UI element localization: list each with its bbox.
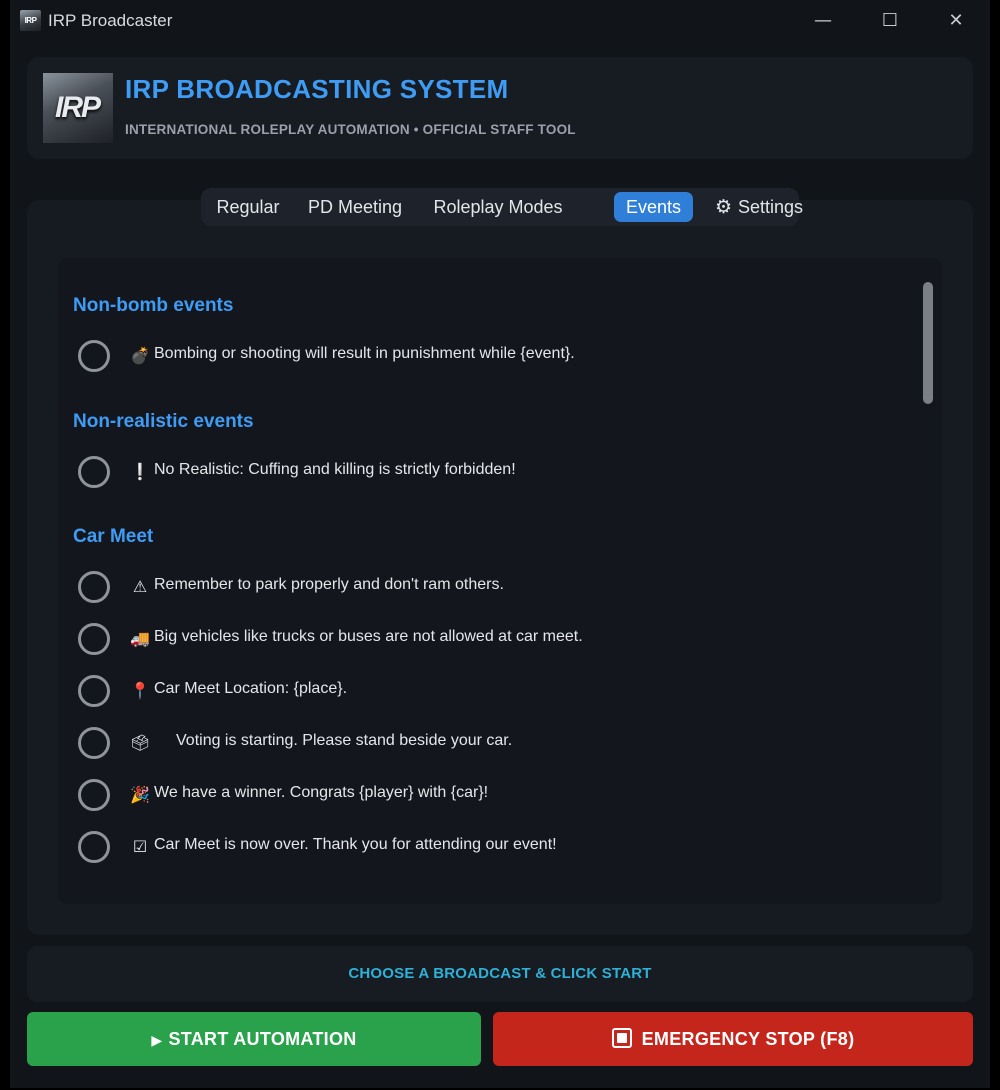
list-item[interactable]: 🎉 We have a winner. Congrats {player} wi… [78,779,898,811]
radio-button[interactable] [78,779,110,811]
start-button-label: START AUTOMATION [168,1029,357,1049]
section-title-non-realistic-events: Non-realistic events [73,411,254,432]
list-item[interactable]: 🚚 Big vehicles like trucks or buses are … [78,623,898,655]
list-item[interactable]: ⚠ Remember to park properly and don't ra… [78,571,898,603]
page-title: IRP BROADCASTING SYSTEM [125,74,509,104]
item-text: Voting is starting. Please stand beside … [176,732,513,749]
radio-button[interactable] [78,623,110,655]
item-text: We have a winner. Congrats {player} with… [154,784,489,801]
pin-icon: 📍 [130,681,150,700]
bomb-icon: 💣 [130,346,150,365]
title-bar[interactable]: IRP IRP Broadcaster — ☐ ✕ [10,0,990,42]
item-text: Car Meet Location: {place}. [154,680,348,697]
check-box-icon: ☑ [132,837,148,856]
window-title: IRP Broadcaster [48,11,173,30]
radio-button[interactable] [78,340,110,372]
tab-regular[interactable]: Regular [209,192,287,222]
emergency-stop-button[interactable]: EMERGENCY STOP (F8) [493,1012,973,1066]
tab-label: Regular [216,197,280,217]
item-text: No Realistic: Cuffing and killing is str… [154,461,516,478]
irp-logo-text: IRP [55,91,101,124]
tab-roleplay-modes[interactable]: Roleplay Modes [425,192,571,222]
party-popper-icon: 🎉 [130,785,150,804]
tab-label: Roleplay Modes [433,197,563,217]
warning-icon: ⚠ [132,577,148,596]
scrollbar-thumb[interactable] [923,282,933,404]
list-item[interactable]: 🗳 Voting is starting. Please stand besid… [78,727,898,759]
list-item[interactable]: ❕ No Realistic: Cuffing and killing is s… [78,456,898,488]
header-panel: IRP IRP BROADCASTING SYSTEM INTERNATIONA… [27,57,973,159]
irp-logo: IRP [43,73,113,143]
tab-pd-meeting[interactable]: PD Meeting [298,192,412,222]
radio-button[interactable] [78,675,110,707]
item-text: Big vehicles like trucks or buses are no… [154,628,583,645]
list-item[interactable]: 💣 Bombing or shooting will result in pun… [78,340,898,372]
tab-bar: Regular PD Meeting Roleplay Modes Events… [201,188,803,226]
radio-button[interactable] [78,831,110,863]
item-text: Bombing or shooting will result in punis… [154,345,575,362]
stop-button-label: EMERGENCY STOP (F8) [641,1029,855,1049]
status-bar: CHOOSE A BROADCAST & CLICK START [27,946,973,1002]
tab-label: PD Meeting [307,197,403,217]
radio-button[interactable] [78,571,110,603]
maximize-button[interactable]: ☐ [867,6,913,36]
app-window: IRP IRP Broadcaster — ☐ ✕ IRP IRP BROADC… [10,0,990,1088]
start-automation-button[interactable]: ▶ START AUTOMATION [27,1012,481,1066]
section-title-car-meet: Car Meet [73,526,154,547]
list-item[interactable]: ☑ Car Meet is now over. Thank you for at… [78,831,898,863]
exclamation-icon: ❕ [130,462,150,481]
ballot-box-icon: 🗳 [130,733,151,752]
list-item[interactable]: 📍 Car Meet Location: {place}. [78,675,898,707]
play-icon: ▶ [151,1033,163,1049]
item-text: Car Meet is now over. Thank you for atte… [154,836,557,853]
page-subtitle: INTERNATIONAL ROLEPLAY AUTOMATION • OFFI… [125,122,576,137]
close-button[interactable]: ✕ [933,6,979,36]
tab-events[interactable]: Events [614,192,693,222]
truck-icon: 🚚 [130,629,150,648]
radio-button[interactable] [78,456,110,488]
tab-label: Settings [738,197,804,217]
app-logo-icon: IRP [20,10,41,31]
radio-button[interactable] [78,727,110,759]
item-text: Remember to park properly and don't ram … [154,576,504,593]
main-panel: Regular PD Meeting Roleplay Modes Events… [27,188,973,935]
stop-icon [611,1028,632,1048]
tab-label: Events [625,197,682,217]
gear-icon: ⚙ [714,196,732,218]
minimize-button[interactable]: — [800,6,846,36]
section-title-non-bomb-events: Non-bomb events [73,295,234,316]
tab-settings[interactable]: ⚙ Settings [706,192,812,222]
